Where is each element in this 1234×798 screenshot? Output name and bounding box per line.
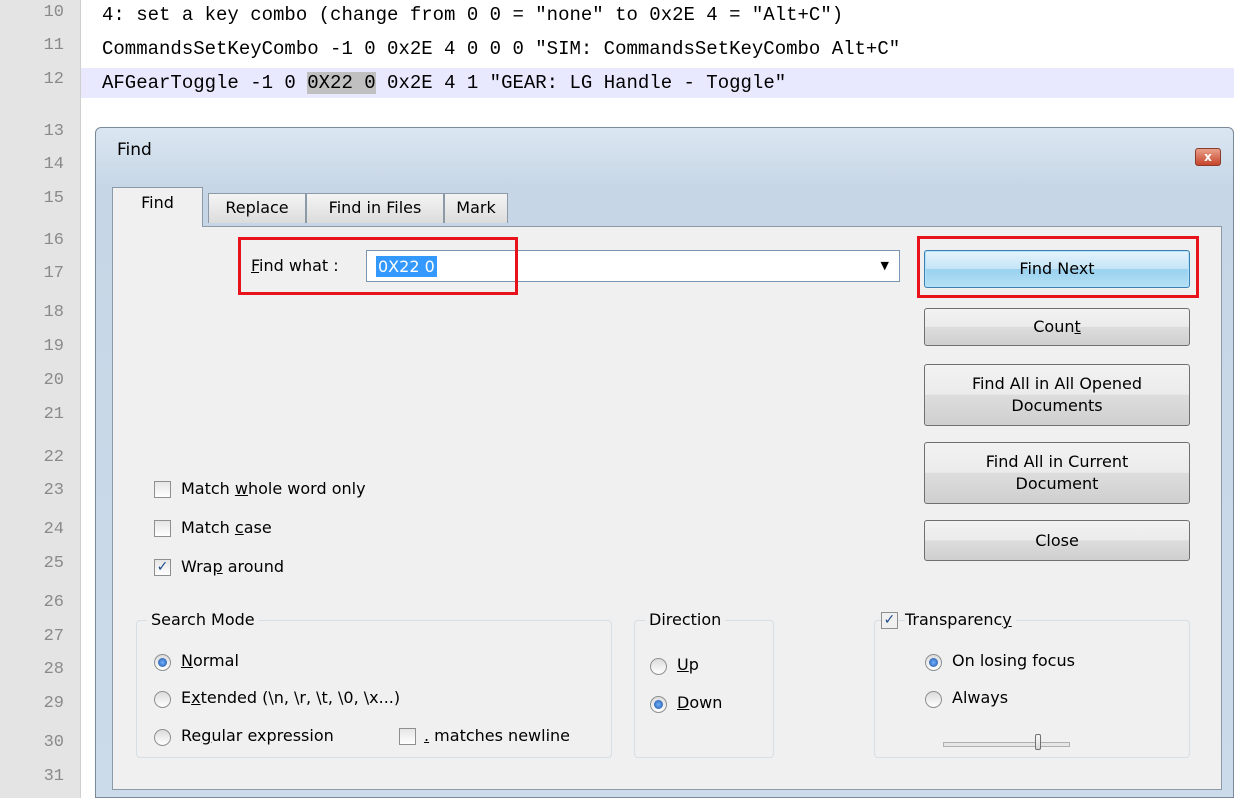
find-all-current-button[interactable]: Find All in Current Document bbox=[924, 442, 1190, 504]
tab-find-in-files[interactable]: Find in Files bbox=[306, 193, 444, 223]
tab-find[interactable]: Find bbox=[112, 187, 203, 227]
transparency-group bbox=[874, 620, 1190, 758]
tab-mark[interactable]: Mark bbox=[444, 193, 508, 223]
line-number: 15 bbox=[43, 189, 64, 208]
line-number: 17 bbox=[43, 264, 64, 283]
code-line[interactable]: CommandsSetKeyCombo -1 0 0x2E 4 0 0 0 "S… bbox=[102, 38, 900, 60]
line-number: 21 bbox=[43, 405, 64, 424]
match-case-checkbox[interactable] bbox=[154, 520, 171, 537]
regex-radio[interactable] bbox=[154, 729, 171, 746]
transparency-label[interactable]: Transparency bbox=[905, 610, 1016, 629]
transparency-slider-track[interactable] bbox=[943, 742, 1070, 747]
annotation-highlight-find-what bbox=[238, 237, 518, 295]
dialog-title: Find bbox=[117, 140, 152, 160]
matches-newline-checkbox[interactable] bbox=[399, 728, 416, 745]
line-number: 28 bbox=[43, 660, 64, 679]
line-number: 16 bbox=[43, 231, 64, 250]
button-label: Find All in All Opened bbox=[971, 374, 1143, 393]
line-number: 26 bbox=[43, 593, 64, 612]
direction-up-radio[interactable] bbox=[650, 658, 667, 675]
wrap-around-label[interactable]: Wrap around bbox=[181, 557, 284, 576]
line-number: 30 bbox=[43, 733, 64, 752]
count-button[interactable]: Coun t bbox=[924, 308, 1190, 346]
transparency-checkbox[interactable]: ✓ bbox=[881, 612, 898, 629]
line-number: 25 bbox=[43, 554, 64, 573]
match-case-label[interactable]: Match case bbox=[181, 518, 272, 537]
close-button[interactable]: Close bbox=[924, 520, 1190, 561]
direction-down-label[interactable]: Down bbox=[677, 693, 722, 712]
close-icon[interactable]: x bbox=[1195, 148, 1221, 166]
button-label: Document bbox=[1015, 474, 1099, 493]
transparency-slider-thumb[interactable] bbox=[1035, 734, 1041, 750]
line-number: 20 bbox=[43, 371, 64, 390]
regex-label[interactable]: Regular expression bbox=[181, 726, 334, 745]
code-line[interactable]: AFGearToggle -1 0 0X22 0 0x2E 4 1 "GEAR:… bbox=[102, 72, 786, 94]
line-number: 12 bbox=[43, 70, 64, 89]
line-number: 31 bbox=[43, 767, 64, 786]
line-number: 18 bbox=[43, 303, 64, 322]
on-losing-focus-label[interactable]: On losing focus bbox=[952, 651, 1075, 670]
line-number: 10 bbox=[43, 3, 64, 22]
direction-up-label[interactable]: Up bbox=[677, 655, 699, 674]
code-text: AFGearToggle -1 0 bbox=[102, 72, 308, 94]
extended-radio[interactable] bbox=[154, 691, 171, 708]
extended-label[interactable]: Extended (\n, \r, \t, \0, \x...) bbox=[181, 688, 400, 707]
line-number: 11 bbox=[43, 36, 64, 55]
button-label: Find All in Current bbox=[985, 452, 1129, 471]
normal-label[interactable]: Normal bbox=[181, 651, 239, 670]
line-number: 13 bbox=[43, 122, 64, 141]
line-number: 19 bbox=[43, 337, 64, 356]
always-radio[interactable] bbox=[925, 691, 942, 708]
code-line[interactable]: 4: set a key combo (change from 0 0 = "n… bbox=[102, 4, 843, 26]
search-match-highlight: 0X22 0 bbox=[307, 72, 376, 94]
match-whole-word-checkbox[interactable] bbox=[154, 481, 171, 498]
tab-bar: Find Replace Find in Files Mark bbox=[112, 187, 1223, 227]
direction-title: Direction bbox=[645, 610, 726, 629]
annotation-highlight-find-next bbox=[917, 236, 1199, 298]
code-text: 0x2E 4 1 "GEAR: LG Handle - Toggle" bbox=[375, 72, 787, 94]
matches-newline-label[interactable]: . matches newline bbox=[424, 726, 570, 745]
line-number: 29 bbox=[43, 694, 64, 713]
direction-group: Direction bbox=[634, 610, 774, 758]
normal-radio[interactable] bbox=[154, 654, 171, 671]
chevron-down-icon[interactable]: ▼ bbox=[881, 259, 889, 272]
line-number: 22 bbox=[43, 448, 64, 467]
find-all-opened-button[interactable]: Find All in All Opened Documents bbox=[924, 364, 1190, 426]
wrap-around-checkbox[interactable]: ✓ bbox=[154, 559, 171, 576]
on-losing-focus-radio[interactable] bbox=[925, 654, 942, 671]
button-label: Documents bbox=[1011, 396, 1103, 415]
line-number: 27 bbox=[43, 627, 64, 646]
line-number: 14 bbox=[43, 155, 64, 174]
search-mode-title: Search Mode bbox=[147, 610, 259, 629]
always-label[interactable]: Always bbox=[952, 688, 1008, 707]
line-number: 24 bbox=[43, 520, 64, 539]
line-number: 23 bbox=[43, 481, 64, 500]
tab-replace[interactable]: Replace bbox=[208, 193, 306, 223]
direction-down-radio[interactable] bbox=[650, 696, 667, 713]
match-whole-word-label[interactable]: Match whole word only bbox=[181, 479, 366, 498]
